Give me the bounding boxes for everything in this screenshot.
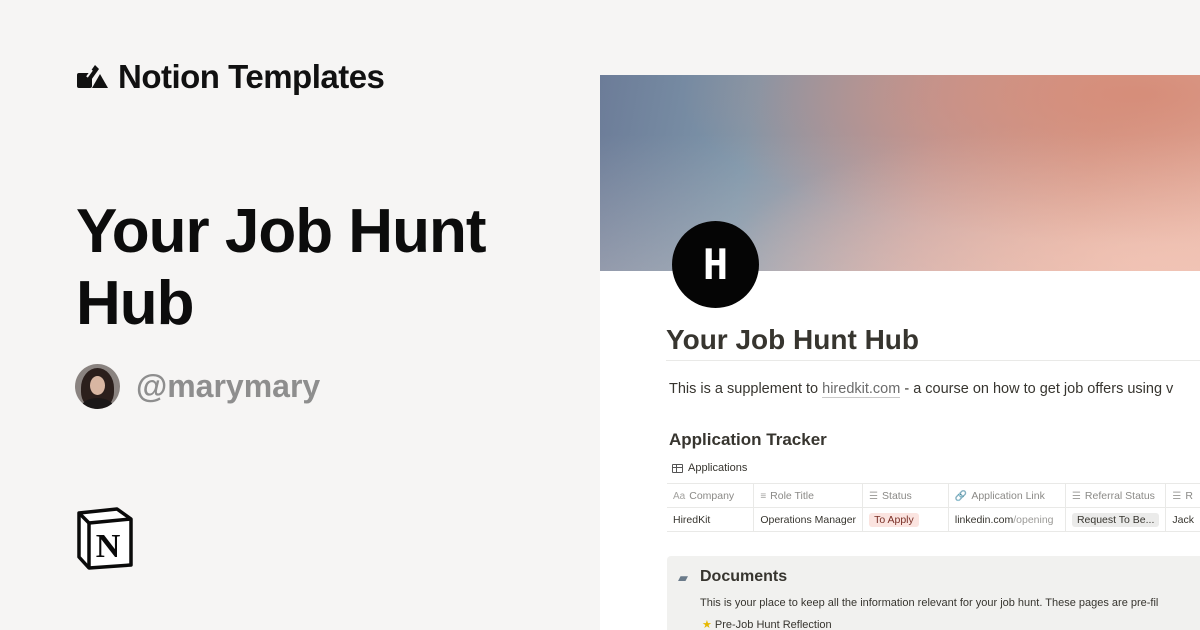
cell-status[interactable]: To Apply <box>862 507 949 532</box>
page-icon-letter: H <box>702 240 729 289</box>
svg-text:N: N <box>96 528 121 565</box>
link-property-icon: 🔗 <box>954 490 968 502</box>
select-property-icon: ☰ <box>1071 490 1081 502</box>
site-name: Notion Templates <box>118 58 385 95</box>
database-view-tab[interactable]: Applications <box>672 462 747 474</box>
template-preview: H Your Job Hunt Hub This is a supplement… <box>600 75 1200 630</box>
status-badge: To Apply <box>869 512 919 527</box>
cell-referral-status[interactable]: Request To Be... <box>1065 507 1167 532</box>
table-row[interactable]: HiredKit Operations Manager To Apply lin… <box>667 507 1200 532</box>
documents-heading: Documents <box>700 568 788 585</box>
text-property-icon: Aa <box>673 490 686 502</box>
referral-badge: Request To Be... <box>1071 512 1160 527</box>
item-label[interactable]: Pre-Job Hunt Reflection <box>715 619 832 630</box>
column-header-application-link[interactable]: 🔗 Application Link <box>948 483 1066 508</box>
select-property-icon: ☰ <box>1172 490 1182 502</box>
avatar[interactable] <box>75 364 120 409</box>
star-icon: ★ <box>702 619 712 630</box>
page-title[interactable]: Your Job Hunt Hub <box>666 322 1200 361</box>
column-header-status[interactable]: ☰ Status <box>862 483 949 508</box>
view-name: Applications <box>688 462 748 474</box>
supplement-prefix: This is a supplement to <box>669 381 823 397</box>
documents-callout: ▰ Documents This is your place to keep a… <box>667 556 1200 630</box>
notion-templates-logo-icon <box>77 65 108 88</box>
select-property-icon: ☰ <box>869 490 879 502</box>
supplement-text: This is a supplement to hiredkit.com - a… <box>669 381 1174 398</box>
hiredkit-link[interactable]: hiredkit.com <box>822 381 901 398</box>
applications-table: Aa Company ≡ Role Title ☰ Status 🔗 Applicati… <box>667 483 1200 532</box>
cell-application-link[interactable]: linkedin.com/opening <box>948 507 1066 532</box>
link-path[interactable]: /opening <box>1013 514 1053 526</box>
application-tracker-heading: Application Tracker <box>669 430 827 449</box>
column-header-referral-status[interactable]: ☰ Referral Status <box>1065 483 1167 508</box>
page-icon[interactable]: H <box>672 221 759 308</box>
notion-logo-icon: N <box>77 507 133 570</box>
table-header-row: Aa Company ≡ Role Title ☰ Status 🔗 Applicati… <box>667 483 1200 508</box>
documents-description: This is your place to keep all the infor… <box>700 597 1159 609</box>
template-title: Your Job Hunt Hub <box>76 197 486 338</box>
folder-icon: ▰ <box>678 570 688 585</box>
cell-referrer[interactable]: Jack <box>1165 507 1200 532</box>
supplement-suffix: - a course on how to get job offers usin… <box>900 381 1174 397</box>
creator-handle[interactable]: @marymary <box>136 368 320 405</box>
table-icon <box>672 463 683 473</box>
column-header-company[interactable]: Aa Company <box>667 483 755 508</box>
cell-role-title[interactable]: Operations Manager <box>753 507 864 532</box>
creator[interactable]: @marymary <box>75 364 320 409</box>
link-domain[interactable]: linkedin.com <box>955 514 1013 526</box>
text-property-icon: ≡ <box>760 490 767 502</box>
column-header-role-title[interactable]: ≡ Role Title <box>753 483 864 508</box>
brand[interactable]: Notion Templates <box>76 58 385 96</box>
cell-company[interactable]: HiredKit <box>667 507 755 532</box>
pre-job-hunt-reflection-link[interactable]: ★ Pre-Job Hunt Reflection <box>702 618 832 630</box>
column-header-referrer[interactable]: ☰ R <box>1165 483 1200 508</box>
